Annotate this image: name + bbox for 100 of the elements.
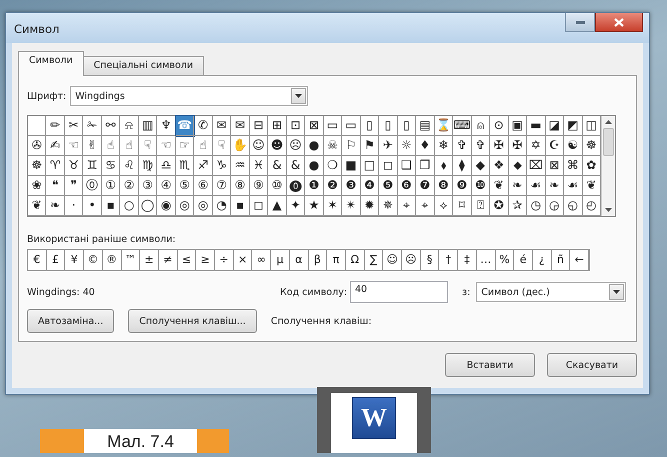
symbol-cell[interactable]: ▯ — [398, 116, 416, 136]
symbol-cell[interactable]: ☜ — [64, 136, 84, 156]
recent-symbol-cell[interactable]: € — [28, 250, 47, 270]
symbol-cell[interactable]: ❞ — [64, 176, 84, 196]
action-button[interactable]: Вставити — [445, 353, 535, 377]
tool-button[interactable]: Сполучення клавіш... — [128, 309, 257, 333]
recent-symbol-cell[interactable]: § — [420, 250, 440, 270]
symbol-cell[interactable]: ● — [305, 136, 324, 156]
recent-symbol-cell[interactable]: ¥ — [65, 250, 84, 270]
symbol-cell[interactable]: ⊞ — [268, 116, 287, 136]
symbol-cell[interactable]: ✠ — [508, 136, 528, 156]
symbol-cell[interactable]: ⚑ — [360, 136, 380, 156]
symbol-cell[interactable]: ✆ — [194, 116, 213, 136]
symbol-cell[interactable]: ☠ — [324, 136, 342, 156]
symbol-cell[interactable]: ✈ — [379, 136, 398, 156]
symbol-cell[interactable]: ▣ — [508, 116, 528, 136]
symbol-cell[interactable]: ◎ — [194, 196, 213, 216]
symbol-cell[interactable]: ✌ — [83, 136, 102, 156]
symbol-cell[interactable]: ⌑ — [453, 196, 472, 216]
symbol-cell[interactable]: ⚯ — [102, 116, 120, 136]
symbol-cell[interactable]: ⑨ — [250, 176, 268, 196]
symbol-cell[interactable]: ♌ — [120, 156, 139, 176]
symbol-cell[interactable]: ◵ — [564, 196, 583, 216]
recent-symbol-cell[interactable]: é — [514, 250, 533, 270]
symbol-cell[interactable]: ☎ — [176, 116, 194, 136]
recent-symbol-cell[interactable]: ≤ — [178, 250, 196, 270]
symbol-cell[interactable]: ▪ — [102, 196, 120, 216]
symbol-cell[interactable]: ✏ — [46, 116, 65, 136]
symbol-cell[interactable]: ⍝ — [472, 116, 490, 136]
recent-symbol-cell[interactable]: £ — [46, 250, 66, 270]
symbol-cell[interactable]: ♦ — [416, 136, 435, 156]
symbol-cell[interactable]: ❒ — [416, 156, 435, 176]
symbol-cell[interactable]: ② — [120, 176, 139, 196]
symbol-cell[interactable]: ● — [305, 156, 324, 176]
recent-symbol-cell[interactable]: ® — [102, 250, 122, 270]
recent-symbol-cell[interactable]: ∞ — [252, 250, 272, 270]
symbol-cell[interactable]: ♊ — [83, 156, 102, 176]
symbol-cell[interactable]: ♉ — [64, 156, 84, 176]
recent-symbol-cell[interactable]: α — [290, 250, 309, 270]
symbol-cell[interactable]: ⌧ — [527, 156, 546, 176]
symbol-cell[interactable]: ⍰ — [472, 196, 490, 216]
symbol-cell[interactable]: & — [268, 156, 287, 176]
symbol-cell[interactable]: ◎ — [176, 196, 194, 216]
symbol-cell[interactable]: ⊠ — [546, 156, 564, 176]
symbol-cell[interactable]: ⊡ — [286, 116, 306, 136]
symbol-cell[interactable]: ▯ — [379, 116, 398, 136]
symbol-cell[interactable]: ♈ — [46, 156, 65, 176]
symbol-cell[interactable]: ❑ — [398, 156, 416, 176]
symbol-cell[interactable]: ▤ — [416, 116, 435, 136]
symbol-cell[interactable]: ⚐ — [342, 136, 361, 156]
symbol-cell[interactable]: ✉ — [231, 116, 250, 136]
recent-symbol-cell[interactable]: ☺ — [383, 250, 402, 270]
symbol-cell[interactable]: ❧ — [546, 176, 564, 196]
symbol-cell[interactable]: □ — [360, 156, 380, 176]
symbol-cell[interactable]: ⓿ — [286, 176, 306, 196]
symbol-cell[interactable]: ⊙ — [490, 116, 509, 136]
symbol-cell[interactable]: ☟ — [138, 136, 158, 156]
recent-symbol-cell[interactable]: ™ — [122, 250, 140, 270]
symbol-cell[interactable]: ✞ — [472, 136, 490, 156]
recent-symbol-cell[interactable]: … — [476, 250, 496, 270]
action-button[interactable]: Скасувати — [547, 353, 637, 377]
symbol-cell[interactable]: ❿ — [472, 176, 490, 196]
symbol-cell[interactable]: ◪ — [546, 116, 564, 136]
symbol-cell[interactable]: ❧ — [46, 196, 65, 216]
symbol-cell[interactable] — [28, 116, 46, 136]
recent-symbol-cell[interactable]: † — [439, 250, 458, 270]
symbol-cell[interactable]: ☝ — [120, 136, 139, 156]
symbol-cell[interactable]: ☺ — [250, 136, 268, 156]
symbol-cell[interactable]: ♐ — [194, 156, 213, 176]
symbol-cell[interactable]: ⊟ — [250, 116, 268, 136]
symbol-cell[interactable]: ▭ — [342, 116, 361, 136]
symbol-cell[interactable]: ✞ — [453, 136, 472, 156]
symbol-cell[interactable]: ✪ — [490, 196, 509, 216]
recent-symbol-cell[interactable]: µ — [271, 250, 290, 270]
symbol-cell[interactable]: ⌖ — [416, 196, 435, 216]
tab[interactable]: Символи — [18, 51, 84, 76]
recent-symbol-cell[interactable]: ± — [140, 250, 159, 270]
symbol-cell[interactable]: ❧ — [508, 176, 528, 196]
close-button[interactable] — [595, 13, 643, 32]
symbol-cell[interactable]: ♋ — [102, 156, 120, 176]
symbol-cell[interactable]: ◉ — [157, 196, 176, 216]
symbol-cell[interactable]: ✴ — [342, 196, 361, 216]
symbol-cell[interactable]: ✁ — [83, 116, 102, 136]
recent-symbol-cell[interactable]: Ω — [346, 250, 365, 270]
symbol-cell[interactable]: ❷ — [324, 176, 342, 196]
recent-symbol-cell[interactable]: ☹ — [402, 250, 421, 270]
symbol-cell[interactable]: ✵ — [379, 196, 398, 216]
symbol-cell[interactable]: ▬ — [527, 116, 546, 136]
recent-symbol-cell[interactable]: ÷ — [215, 250, 234, 270]
symbol-cell[interactable]: ✉ — [212, 116, 232, 136]
symbol-cell[interactable]: ❽ — [434, 176, 454, 196]
symbol-cell[interactable]: ◩ — [564, 116, 583, 136]
symbol-cell[interactable]: ☝ — [102, 136, 120, 156]
code-field[interactable]: 40 — [350, 281, 448, 303]
symbol-cell[interactable]: ♎ — [157, 156, 176, 176]
symbol-cell[interactable]: ◔ — [212, 196, 232, 216]
symbol-cell[interactable]: ★ — [305, 196, 324, 216]
symbol-cell[interactable]: ⬥ — [508, 156, 528, 176]
recent-symbol-cell[interactable]: ¿ — [532, 250, 552, 270]
symbol-cell[interactable]: ⟡ — [434, 196, 454, 216]
